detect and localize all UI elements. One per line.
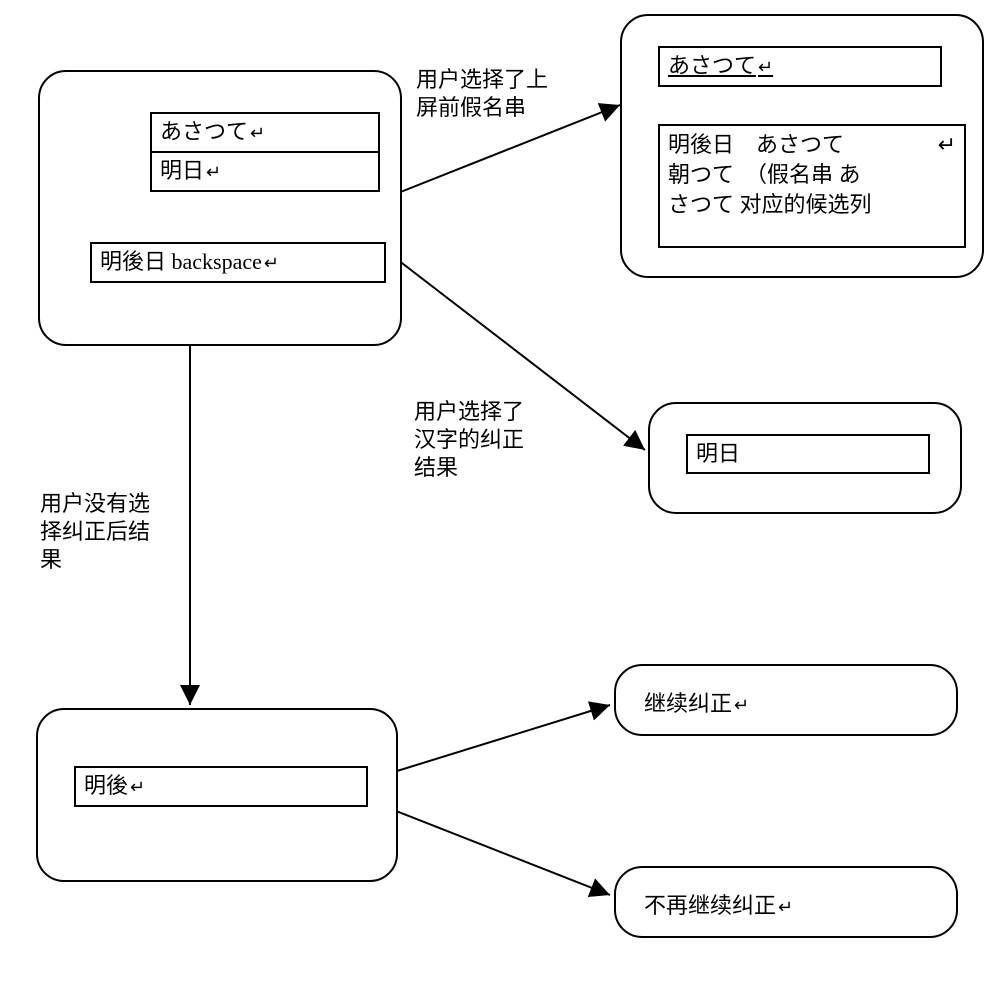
main-row3-text: 明後日 backspace: [100, 249, 279, 274]
tr-header-cell: あさつて: [658, 46, 942, 87]
bl-cell: 明後: [74, 766, 368, 807]
tr-list-line2: 朝つて （假名串 あ: [668, 160, 956, 190]
label-top: 用户选择了上 屏前假名串: [416, 66, 548, 122]
box-top-right: あさつて 明後日 あさつて ↵ 朝つて （假名串 あ さつて 对应的候选列: [620, 14, 984, 278]
tr-list-cell: 明後日 あさつて ↵ 朝つて （假名串 あ さつて 对应的候选列: [658, 124, 966, 248]
box-bottom-left: 明後: [36, 708, 398, 882]
main-row2-text: 明日: [160, 158, 221, 183]
r1-text: 继续纠正: [644, 691, 749, 716]
mr-cell: 明日: [686, 434, 930, 474]
tr-list-line1: 明後日 あさつて: [668, 130, 844, 160]
r2-text: 不再继续纠正: [644, 893, 793, 918]
main-row3: 明後日 backspace: [90, 242, 386, 283]
main-row1: あさつて: [150, 112, 380, 151]
box-main: あさつて 明日 明後日 backspace: [38, 70, 402, 346]
label-mid: 用户选择了 汉字的纠正 结果: [414, 398, 524, 482]
label-left: 用户没有选 择纠正后结 果: [40, 490, 150, 574]
main-row1-text: あさつて: [160, 119, 265, 144]
box-mid-right: 明日: [648, 402, 962, 514]
box-stop: 不再继续纠正: [614, 866, 958, 938]
mr-text: 明日: [696, 441, 740, 466]
enter-icon: ↵: [938, 130, 956, 160]
tr-list-line3: さつて 对应的候选列: [668, 190, 956, 220]
tr-header-text: あさつて: [668, 53, 773, 78]
bl-text: 明後: [84, 773, 145, 798]
box-continue: 继续纠正: [614, 664, 958, 736]
main-row2: 明日: [150, 151, 380, 192]
